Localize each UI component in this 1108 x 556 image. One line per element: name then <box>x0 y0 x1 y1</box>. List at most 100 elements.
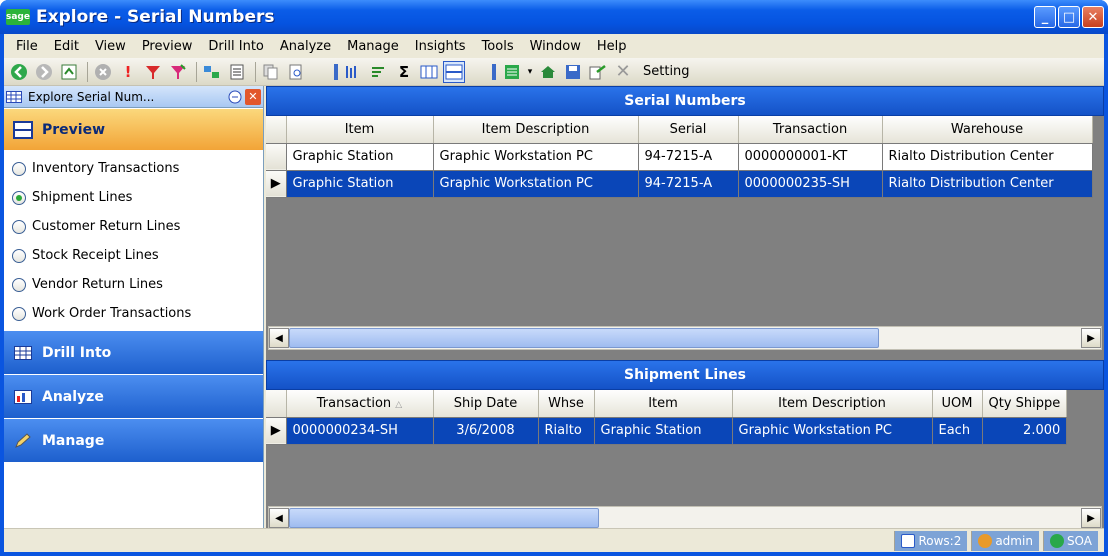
cell-item[interactable]: Graphic Station <box>286 170 434 198</box>
col-transaction[interactable]: Transaction △ <box>286 390 434 418</box>
close-button[interactable]: ✕ <box>1082 6 1104 28</box>
report-icon[interactable] <box>226 61 248 83</box>
columns-icon[interactable] <box>418 61 440 83</box>
stop-icon[interactable] <box>92 61 114 83</box>
radio-button[interactable] <box>12 277 26 292</box>
cell-item-description[interactable]: Graphic Workstation PC <box>732 417 933 445</box>
table-row[interactable]: Graphic Station Graphic Workstation PC 9… <box>266 143 1093 171</box>
list-icon[interactable] <box>501 61 523 83</box>
delete-icon[interactable]: ✕ <box>612 61 634 83</box>
menu-help[interactable]: Help <box>589 39 635 54</box>
menu-edit[interactable]: Edit <box>46 39 87 54</box>
pane-close-button[interactable]: ✕ <box>245 88 261 105</box>
menu-view[interactable]: View <box>87 39 134 54</box>
sum-icon[interactable]: Σ <box>393 61 415 83</box>
cell-serial[interactable]: 94-7215-A <box>638 143 739 171</box>
menu-insights[interactable]: Insights <box>407 39 474 54</box>
row-header[interactable] <box>266 143 287 171</box>
radio-button[interactable] <box>12 161 26 176</box>
col-item[interactable]: Item <box>594 390 733 418</box>
radio-button[interactable] <box>12 219 26 234</box>
radio-button-selected[interactable] <box>12 190 26 205</box>
export-icon[interactable] <box>587 61 609 83</box>
shipment-hscrollbar[interactable]: ◀ ▶ <box>268 506 1102 530</box>
cell-item[interactable]: Graphic Station <box>594 417 733 445</box>
back-icon[interactable] <box>8 61 30 83</box>
cell-item-description[interactable]: Graphic Workstation PC <box>433 170 639 198</box>
col-transaction[interactable]: Transaction <box>738 116 883 144</box>
group-analyze[interactable]: Analyze <box>4 374 263 418</box>
col-item-description[interactable]: Item Description <box>732 390 933 418</box>
cell-ship-date[interactable]: 3/6/2008 <box>433 417 539 445</box>
table-row-selected[interactable]: ▶ Graphic Station Graphic Workstation PC… <box>266 170 1093 198</box>
table-row-selected[interactable]: ▶ 0000000234-SH 3/6/2008 Rialto Graphic … <box>266 417 1068 445</box>
exclamation-icon[interactable]: ! <box>117 61 139 83</box>
group-manage[interactable]: Manage <box>4 418 263 462</box>
scroll-right-icon[interactable]: ▶ <box>1081 508 1101 528</box>
group-by-icon[interactable] <box>343 61 365 83</box>
col-warehouse[interactable]: Warehouse <box>882 116 1093 144</box>
radio-button[interactable] <box>12 248 26 263</box>
scroll-thumb[interactable] <box>289 328 879 348</box>
cell-warehouse[interactable]: Rialto Distribution Center <box>882 143 1093 171</box>
maximize-button[interactable]: □ <box>1058 6 1080 28</box>
pin-icon[interactable] <box>227 90 243 104</box>
drill-down-icon[interactable] <box>201 61 223 83</box>
filter-icon[interactable] <box>142 61 164 83</box>
cell-qty-shipped[interactable]: 2.000 <box>982 417 1068 445</box>
option-inventory-transactions[interactable]: Inventory Transactions <box>4 154 263 183</box>
menu-manage[interactable]: Manage <box>339 39 407 54</box>
save-icon[interactable] <box>562 61 584 83</box>
copy-icon[interactable] <box>260 61 282 83</box>
col-item[interactable]: Item <box>286 116 434 144</box>
cell-uom[interactable]: Each <box>932 417 983 445</box>
home-icon[interactable] <box>537 61 559 83</box>
cell-item-description[interactable]: Graphic Workstation PC <box>433 143 639 171</box>
toolbar-grip-icon[interactable] <box>332 61 340 83</box>
split-view-icon[interactable] <box>443 60 465 83</box>
menu-drill-into[interactable]: Drill Into <box>200 39 271 54</box>
scroll-right-icon[interactable]: ▶ <box>1081 328 1101 348</box>
scroll-left-icon[interactable]: ◀ <box>269 508 289 528</box>
col-item-description[interactable]: Item Description <box>433 116 639 144</box>
preview-icon[interactable] <box>285 61 307 83</box>
col-whse[interactable]: Whse <box>538 390 595 418</box>
option-work-order-transactions[interactable]: Work Order Transactions <box>4 299 263 328</box>
cell-item[interactable]: Graphic Station <box>286 143 434 171</box>
row-pointer-icon[interactable]: ▶ <box>266 170 287 198</box>
menu-tools[interactable]: Tools <box>474 39 522 54</box>
col-qty-shipped[interactable]: Qty Shippe <box>982 390 1068 418</box>
minimize-button[interactable]: _ <box>1034 6 1056 28</box>
cell-serial[interactable]: 94-7215-A <box>638 170 739 198</box>
cell-transaction[interactable]: 0000000235-SH <box>738 170 883 198</box>
cell-warehouse[interactable]: Rialto Distribution Center <box>882 170 1093 198</box>
group-preview[interactable]: Preview <box>4 108 263 150</box>
option-vendor-return-lines[interactable]: Vendor Return Lines <box>4 270 263 299</box>
radio-button[interactable] <box>12 306 26 321</box>
option-shipment-lines[interactable]: Shipment Lines <box>4 183 263 212</box>
toolbar-grip-icon[interactable] <box>490 61 498 83</box>
refresh-page-icon[interactable] <box>58 61 80 83</box>
menu-window[interactable]: Window <box>522 39 589 54</box>
sort-icon[interactable] <box>368 61 390 83</box>
menu-file[interactable]: File <box>8 39 46 54</box>
option-customer-return-lines[interactable]: Customer Return Lines <box>4 212 263 241</box>
group-drill-into[interactable]: Drill Into <box>4 330 263 374</box>
menu-analyze[interactable]: Analyze <box>272 39 339 54</box>
scroll-thumb[interactable] <box>289 508 599 528</box>
col-uom[interactable]: UOM <box>932 390 983 418</box>
cell-transaction[interactable]: 0000000234-SH <box>286 417 434 445</box>
col-serial[interactable]: Serial <box>638 116 739 144</box>
cell-whse[interactable]: Rialto <box>538 417 595 445</box>
option-stock-receipt-lines[interactable]: Stock Receipt Lines <box>4 241 263 270</box>
row-pointer-icon[interactable]: ▶ <box>266 417 287 445</box>
scroll-left-icon[interactable]: ◀ <box>269 328 289 348</box>
filter-add-icon[interactable] <box>167 61 189 83</box>
menu-preview[interactable]: Preview <box>134 39 201 54</box>
dropdown-arrow-icon[interactable]: ▾ <box>526 61 534 83</box>
forward-icon[interactable] <box>33 61 55 83</box>
serial-hscrollbar[interactable]: ◀ ▶ <box>268 326 1102 350</box>
setting-label[interactable]: Setting <box>643 64 690 79</box>
cell-transaction[interactable]: 0000000001-KT <box>738 143 883 171</box>
col-ship-date[interactable]: Ship Date <box>433 390 539 418</box>
